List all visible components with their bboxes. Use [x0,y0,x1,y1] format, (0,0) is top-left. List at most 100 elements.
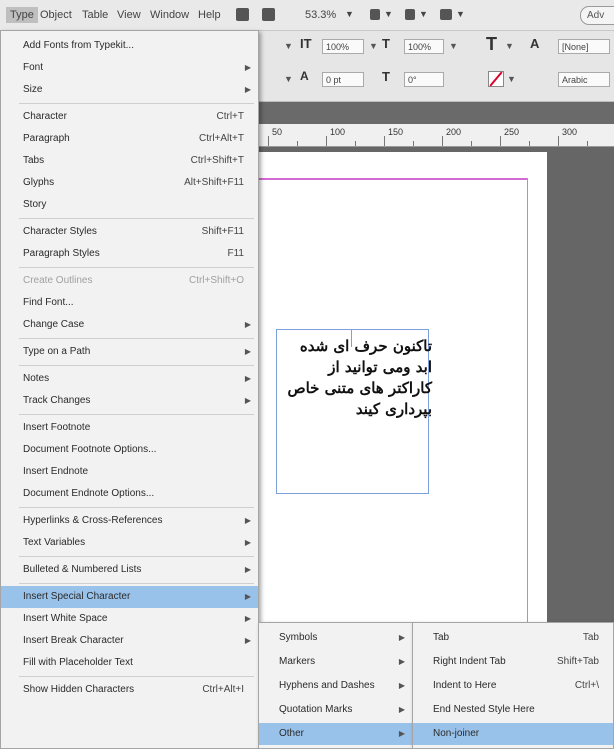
menu-type[interactable]: Type [6,7,38,23]
menu-item-shortcut: Ctrl+T [216,111,245,122]
chevron-down-icon[interactable]: ▼ [449,41,458,51]
menu-item-character[interactable]: Character Ctrl+T [1,106,258,128]
menu-item-shortcut: Ctrl+Alt+T [198,133,244,144]
menu-item-label: Tabs [23,155,45,166]
menu-table[interactable]: Table [82,9,108,21]
vertical-scale-field[interactable]: 100% [322,39,364,54]
menu-view[interactable]: View [117,9,141,21]
menu-item-insert-white-space[interactable]: Insert White Space ▶ [1,608,258,630]
submenu-arrow-icon: ▶ [244,516,251,525]
chevron-down-icon[interactable]: ▼ [505,41,514,51]
chevron-down-icon[interactable]: ▼ [284,74,293,84]
menu-item-tabs[interactable]: Tabs Ctrl+Shift+T [1,150,258,172]
submenu-item-indent-to-here[interactable]: Indent to Here Ctrl+\ [413,675,613,697]
chevron-down-icon[interactable]: ▼ [345,9,354,19]
menu-item-font[interactable]: Font ▶ [1,57,258,79]
menu-item-label: Hyperlinks & Cross-References [23,515,163,526]
horizontal-ruler: 50 100 150 200 250 300 [258,124,614,147]
menu-item-label: Font [23,62,44,73]
chevron-down-icon[interactable]: ▼ [369,41,378,51]
stroke-none-icon[interactable] [488,71,504,87]
skew-field[interactable]: 0° [404,72,444,87]
arrange-documents-icon[interactable] [440,9,452,20]
menu-item-fill-with-placeholder-text[interactable]: Fill with Placeholder Text [1,652,258,674]
character-style-field[interactable]: [None] [558,39,610,54]
chevron-down-icon[interactable]: ▼ [456,9,465,19]
menu-item-show-hidden-characters[interactable]: Show Hidden Characters Ctrl+Alt+I [1,679,258,701]
horizontal-scale-icon: T [382,36,390,51]
bridge-icon[interactable] [236,8,249,21]
submenu-arrow-icon: ▶ [244,85,251,94]
menu-item-paragraph[interactable]: Paragraph Ctrl+Alt+T [1,128,258,150]
character-style-value: [None] [562,42,589,52]
menu-object[interactable]: Object [40,9,72,21]
menu-item-type-on-a-path[interactable]: Type on a Path ▶ [1,341,258,363]
menu-item-label: Tab [433,632,450,643]
submenu-arrow-icon: ▶ [244,565,251,574]
submenu-item-symbols[interactable]: Symbols ▶ [259,627,412,649]
menu-item-size[interactable]: Size ▶ [1,79,258,101]
submenu-item-end-nested-style-here[interactable]: End Nested Style Here [413,699,613,721]
menu-item-label: End Nested Style Here [433,704,535,715]
chevron-down-icon[interactable]: ▼ [507,74,516,84]
menu-item-shortcut: Ctrl+Alt+I [202,684,244,695]
chevron-down-icon[interactable]: ▼ [284,41,293,51]
submenu-item-quotation-marks[interactable]: Quotation Marks ▶ [259,699,412,721]
skew-value: 0° [408,75,417,85]
submenu-item-right-indent-tab[interactable]: Right Indent Tab Shift+Tab [413,651,613,673]
menu-item-paragraph-styles[interactable]: Paragraph Styles F11 [1,243,258,265]
menu-item-character-styles[interactable]: Character Styles Shift+F11 [1,221,258,243]
menu-item-track-changes[interactable]: Track Changes ▶ [1,390,258,412]
text-fill-icon[interactable]: T [486,34,497,55]
menu-item-shortcut: Shift+Tab [557,656,599,667]
menu-item-insert-special-character[interactable]: Insert Special Character ▶ [1,586,258,608]
menu-item-document-endnote-options[interactable]: Document Endnote Options... [1,483,258,505]
menu-item-glyphs[interactable]: Glyphs Alt+Shift+F11 [1,172,258,194]
menu-item-bulleted-numbered-lists[interactable]: Bulleted & Numbered Lists ▶ [1,559,258,581]
menu-item-change-case[interactable]: Change Case ▶ [1,314,258,336]
menu-item-label: Paragraph Styles [23,248,100,259]
menu-window[interactable]: Window [150,9,189,21]
menu-item-label: Bulleted & Numbered Lists [23,564,142,575]
minibridge-icon[interactable] [262,8,275,21]
menu-help[interactable]: Help [198,9,221,21]
menu-item-add-fonts-from-typekit[interactable]: Add Fonts from Typekit... [1,35,258,57]
submenu-item-tab[interactable]: Tab Tab [413,627,613,649]
ruler-tick [355,141,356,146]
zoom-level[interactable]: 53.3% [305,9,336,21]
menu-item-notes[interactable]: Notes ▶ [1,368,258,390]
language-value: Arabic [562,75,588,85]
baseline-shift-field[interactable]: 0 pt [322,72,364,87]
menu-item-label: Other [279,728,305,739]
menu-item-hyperlinks-cross-references[interactable]: Hyperlinks & Cross-References ▶ [1,510,258,532]
menu-item-label: Paragraph [23,133,70,144]
menu-item-insert-break-character[interactable]: Insert Break Character ▶ [1,630,258,652]
workspace-label: Adv [587,10,605,21]
menu-item-insert-footnote[interactable]: Insert Footnote [1,417,258,439]
submenu-arrow-icon: ▶ [244,592,251,601]
chevron-down-icon[interactable]: ▼ [384,9,393,19]
workspace-switcher[interactable]: Adv [580,6,614,25]
submenu-item-markers[interactable]: Markers ▶ [259,651,412,673]
screen-mode-icon[interactable] [405,9,415,20]
menu-item-text-variables[interactable]: Text Variables ▶ [1,532,258,554]
menu-item-insert-endnote[interactable]: Insert Endnote [1,461,258,483]
chevron-down-icon[interactable]: ▼ [419,9,428,19]
menu-item-document-footnote-options[interactable]: Document Footnote Options... [1,439,258,461]
baseline-shift-value: 0 pt [326,75,342,85]
text-line: ابد ومی توانید از [328,358,432,376]
submenu-item-hyphens-and-dashes[interactable]: Hyphens and Dashes ▶ [259,675,412,697]
submenu-item-non-joiner[interactable]: Non-joiner [413,723,613,745]
menu-item-label: Markers [279,656,316,667]
view-options-icon[interactable] [370,9,380,20]
language-field[interactable]: Arabic [558,72,610,87]
menu-item-label: Story [23,199,47,210]
submenu-item-other[interactable]: Other ▶ [259,723,412,745]
ruler-tick [384,136,385,146]
menu-item-label: Indent to Here [433,680,497,691]
menu-item-find-font[interactable]: Find Font... [1,292,258,314]
menu-item-story[interactable]: Story [1,194,258,216]
horizontal-scale-value: 100% [408,42,432,52]
frame-text[interactable]: تاکنون حرف ای شده ابد ومی توانید از کارا… [284,336,432,420]
horizontal-scale-field[interactable]: 100% [404,39,444,54]
